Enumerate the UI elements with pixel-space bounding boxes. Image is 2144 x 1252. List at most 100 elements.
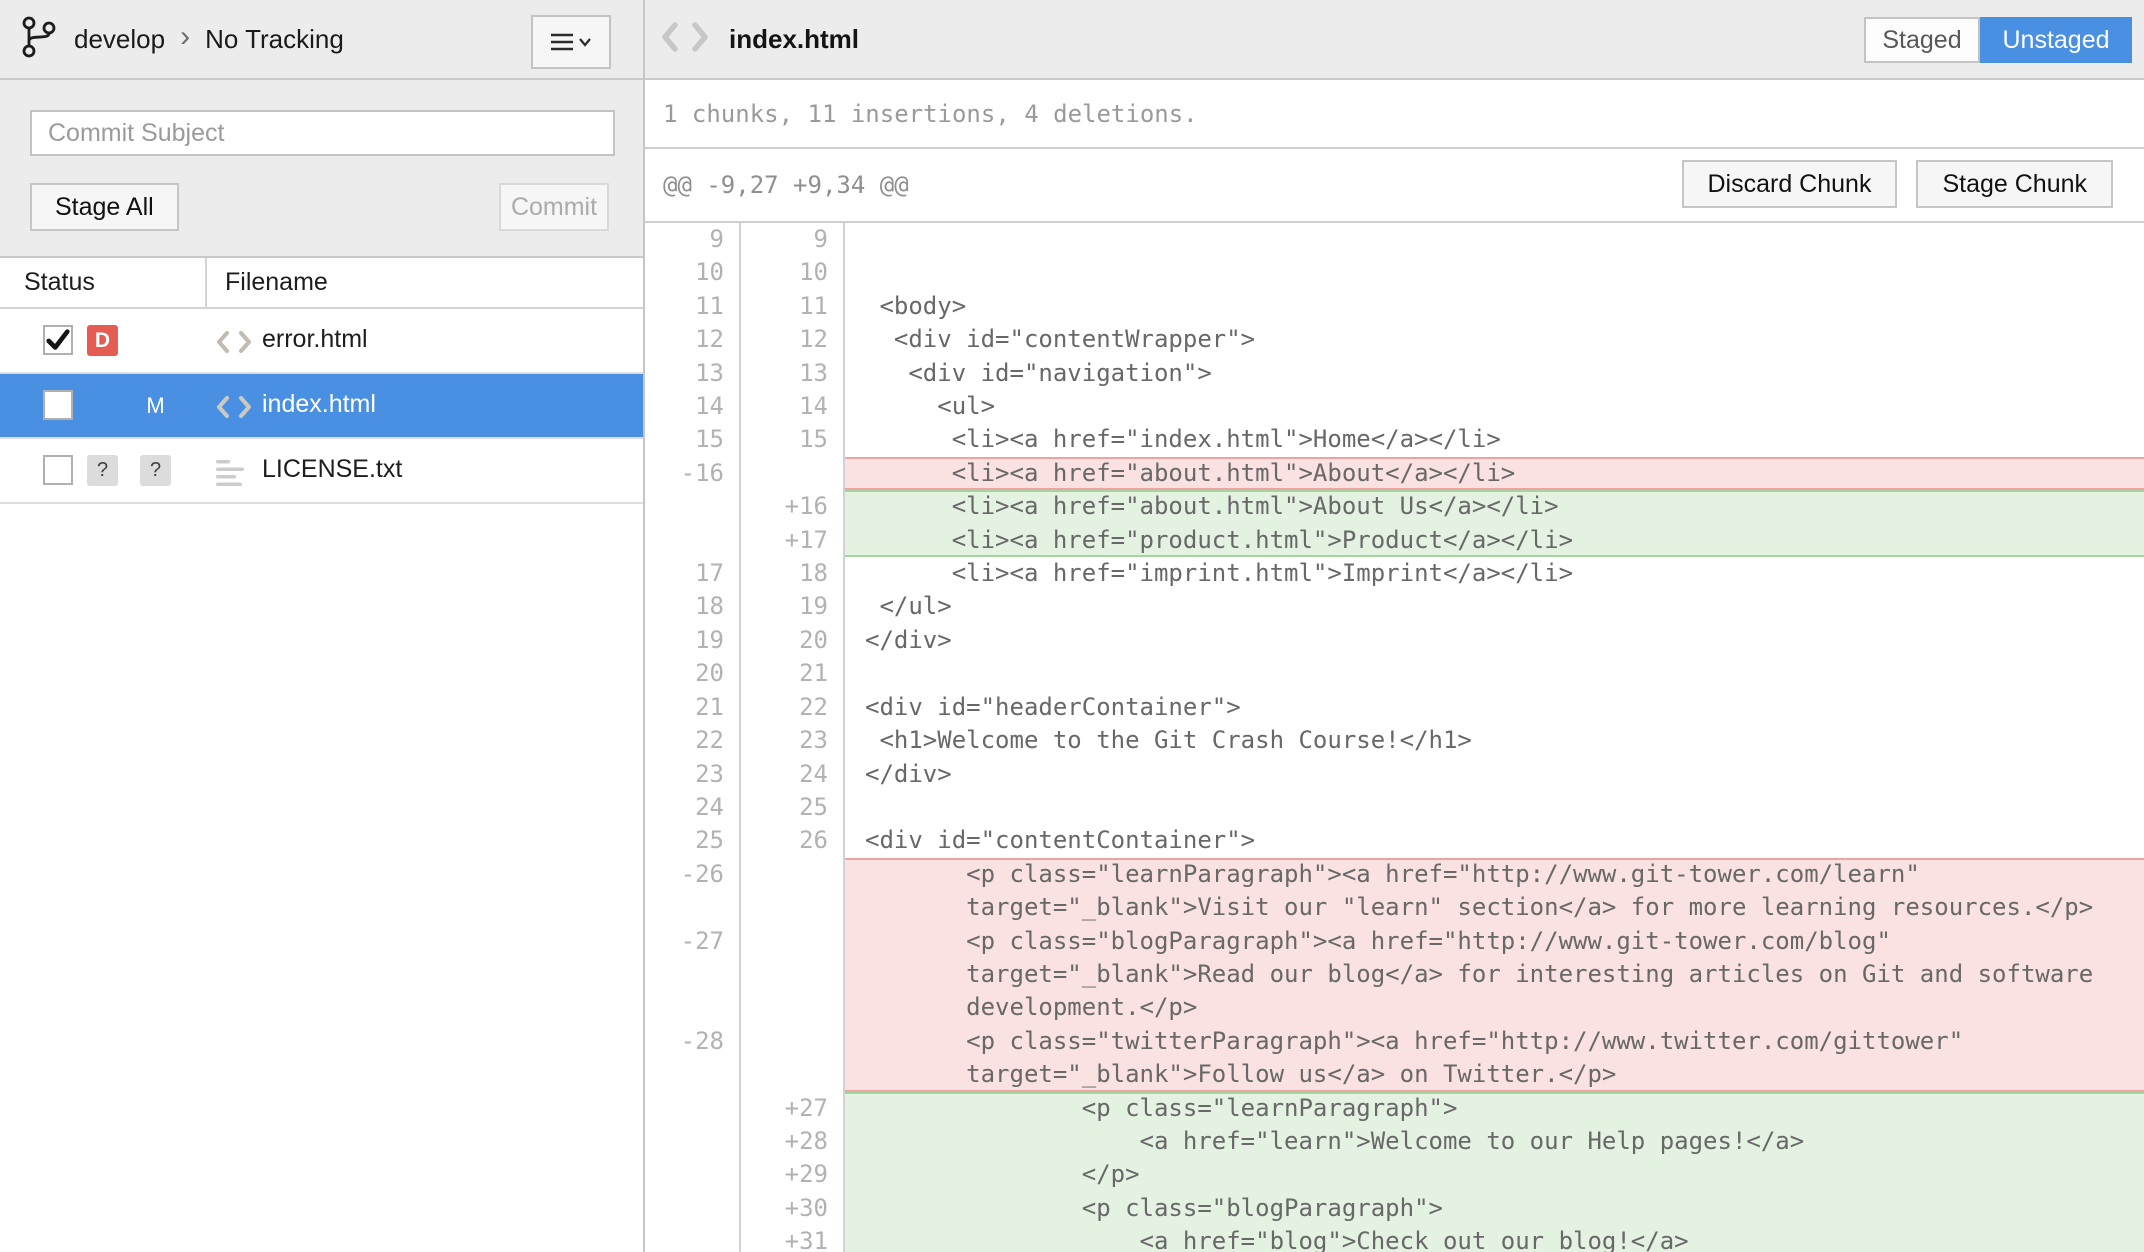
diff-summary-bar: 1 chunks, 11 insertions, 4 deletions.: [645, 80, 2144, 149]
diff-code-line: <a href="blog">Check out our blog!</a>: [865, 1225, 2144, 1252]
diff-code-line: <div id="headerContainer">: [865, 691, 2144, 724]
diff-new-line-number: 25: [741, 791, 845, 824]
unstaged-tab[interactable]: Unstaged: [1980, 17, 2132, 63]
diff-new-line-number: 21: [741, 657, 845, 690]
diff-old-line-number: [645, 1125, 741, 1158]
diff-code-line: <h1>Welcome to the Git Crash Course!</h1…: [865, 724, 2144, 757]
file-row[interactable]: M index.html: [0, 374, 643, 439]
diff-old-line-number: 20: [645, 657, 741, 690]
diff-body: 9910101111 <body>1212 <div id="contentWr…: [645, 223, 2144, 1252]
diff-new-line-number: [741, 858, 845, 925]
diff-old-line-number: 9: [645, 223, 741, 256]
diff-new-line-number: +16: [741, 490, 845, 523]
diff-code-cell: <p class="blogParagraph">: [845, 1192, 2144, 1225]
status-badge-untracked: ?: [87, 455, 118, 486]
diff-code-line: </div>: [865, 624, 2144, 657]
diff-row-ctx: 1111 <body>: [645, 290, 2144, 323]
commit-button[interactable]: Commit: [499, 183, 609, 231]
diff-row-ctx: 2425: [645, 791, 2144, 824]
sidebar: develop › No Tracking Stage All Commit S…: [0, 0, 645, 1252]
status-badge-modified: M: [140, 390, 171, 421]
diff-old-line-number: 17: [645, 557, 741, 590]
diff-new-line-number: 14: [741, 390, 845, 423]
diff-old-line-number: 25: [645, 824, 741, 857]
diff-row-add: +17 <li><a href="product.html">Product</…: [645, 524, 2144, 557]
diff-old-line-number: 10: [645, 256, 741, 289]
text-file-icon: [216, 459, 250, 494]
diff-code-line: [865, 256, 2144, 289]
diff-code-cell: <li><a href="about.html">About</a></li>: [845, 457, 2144, 490]
diff-code-cell: [845, 223, 2144, 256]
diff-code-line: [865, 657, 2144, 690]
commit-subject-input[interactable]: [30, 110, 615, 156]
diff-code-cell: <p class="learnParagraph"><a href="http:…: [845, 858, 2144, 925]
file-checkbox[interactable]: [43, 455, 73, 485]
file-name: index.html: [262, 390, 376, 419]
diff-row-ctx: 1819 </ul>: [645, 590, 2144, 623]
diff-code-line: <p class="learnParagraph">: [865, 1092, 2144, 1125]
column-header-status: Status: [0, 258, 205, 307]
discard-chunk-button[interactable]: Discard Chunk: [1682, 160, 1898, 208]
branch-name[interactable]: develop: [74, 24, 165, 55]
chunk-header-bar: @@ -9,27 +9,34 @@ Discard Chunk Stage Ch…: [645, 149, 2144, 223]
diff-old-line-number: [645, 1158, 741, 1191]
diff-code-cell: [845, 657, 2144, 690]
diff-old-line-number: 19: [645, 624, 741, 657]
diff-code-line: target="_blank">Follow us</a> on Twitter…: [865, 1058, 2144, 1091]
diff-old-line-number: 12: [645, 323, 741, 356]
diff-code-line: target="_blank">Read our blog</a> for in…: [865, 958, 2144, 991]
file-row[interactable]: ?? LICENSE.txt: [0, 439, 643, 504]
diff-row-ctx: 2324</div>: [645, 758, 2144, 791]
diff-code-cell: </p>: [845, 1158, 2144, 1191]
diff-new-line-number: +31: [741, 1225, 845, 1252]
diff-old-line-number: 11: [645, 290, 741, 323]
diff-row-ctx: 1920 </div>: [645, 624, 2144, 657]
diff-code-line: <li><a href="about.html">About</a></li>: [865, 457, 2144, 490]
file-checkbox[interactable]: [43, 390, 73, 420]
diff-code-line: <a href="learn">Welcome to our Help page…: [865, 1125, 2144, 1158]
status-badge-untracked: ?: [140, 455, 171, 486]
diff-code-line: [865, 791, 2144, 824]
diff-old-line-number: -26: [645, 858, 741, 925]
sidebar-header: develop › No Tracking: [0, 0, 643, 80]
staged-unstaged-toggle: Staged Unstaged: [1864, 17, 2132, 63]
tracking-status[interactable]: No Tracking: [205, 24, 344, 55]
diff-code-cell: <li><a href="about.html">About Us</a></l…: [845, 490, 2144, 523]
file-row[interactable]: D error.html: [0, 309, 643, 374]
diff-code-line: [865, 223, 2144, 256]
stage-chunk-button[interactable]: Stage Chunk: [1916, 160, 2113, 208]
diff-code-line: development.</p>: [865, 991, 2144, 1024]
chunk-header-text: @@ -9,27 +9,34 @@: [663, 171, 909, 199]
diff-row-ctx: 1313 <div id="navigation">: [645, 357, 2144, 390]
staged-tab[interactable]: Staged: [1864, 17, 1980, 63]
diff-row-ctx: 1515 <li><a href="index.html">Home</a></…: [645, 423, 2144, 456]
diff-code-line: </p>: [865, 1158, 2144, 1191]
commit-area: Stage All Commit: [0, 80, 643, 258]
diff-code-line: <div id="contentWrapper">: [865, 323, 2144, 356]
diff-new-line-number: 12: [741, 323, 845, 356]
diff-old-line-number: -28: [645, 1025, 741, 1092]
diff-code-cell: <p class="learnParagraph">: [845, 1092, 2144, 1125]
stage-all-button[interactable]: Stage All: [30, 183, 179, 231]
diff-new-line-number: +30: [741, 1192, 845, 1225]
diff-old-line-number: 14: [645, 390, 741, 423]
menu-button[interactable]: [531, 15, 611, 69]
diff-code-line: <body>: [865, 290, 2144, 323]
diff-row-ctx: 2223 <h1>Welcome to the Git Crash Course…: [645, 724, 2144, 757]
diff-new-line-number: 20: [741, 624, 845, 657]
diff-code-line: <div id="contentContainer">: [865, 824, 2144, 857]
diff-code-cell: [845, 791, 2144, 824]
diff-new-line-number: [741, 925, 845, 1025]
diff-code-line: <li><a href="product.html">Product</a></…: [865, 524, 2144, 557]
diff-row-ctx: 2122<div id="headerContainer">: [645, 691, 2144, 724]
diff-row-add: +30 <p class="blogParagraph">: [645, 1192, 2144, 1225]
diff-file-title: index.html: [729, 24, 859, 55]
diff-old-line-number: [645, 490, 741, 523]
file-checkbox-checked[interactable]: [43, 325, 73, 355]
diff-code-line: <p class="learnParagraph"><a href="http:…: [865, 858, 2144, 891]
diff-code-cell: <a href="learn">Welcome to our Help page…: [845, 1125, 2144, 1158]
diff-new-line-number: 19: [741, 590, 845, 623]
column-header-filename: Filename: [205, 258, 643, 307]
diff-new-line-number: 22: [741, 691, 845, 724]
diff-code-line: <li><a href="index.html">Home</a></li>: [865, 423, 2144, 456]
